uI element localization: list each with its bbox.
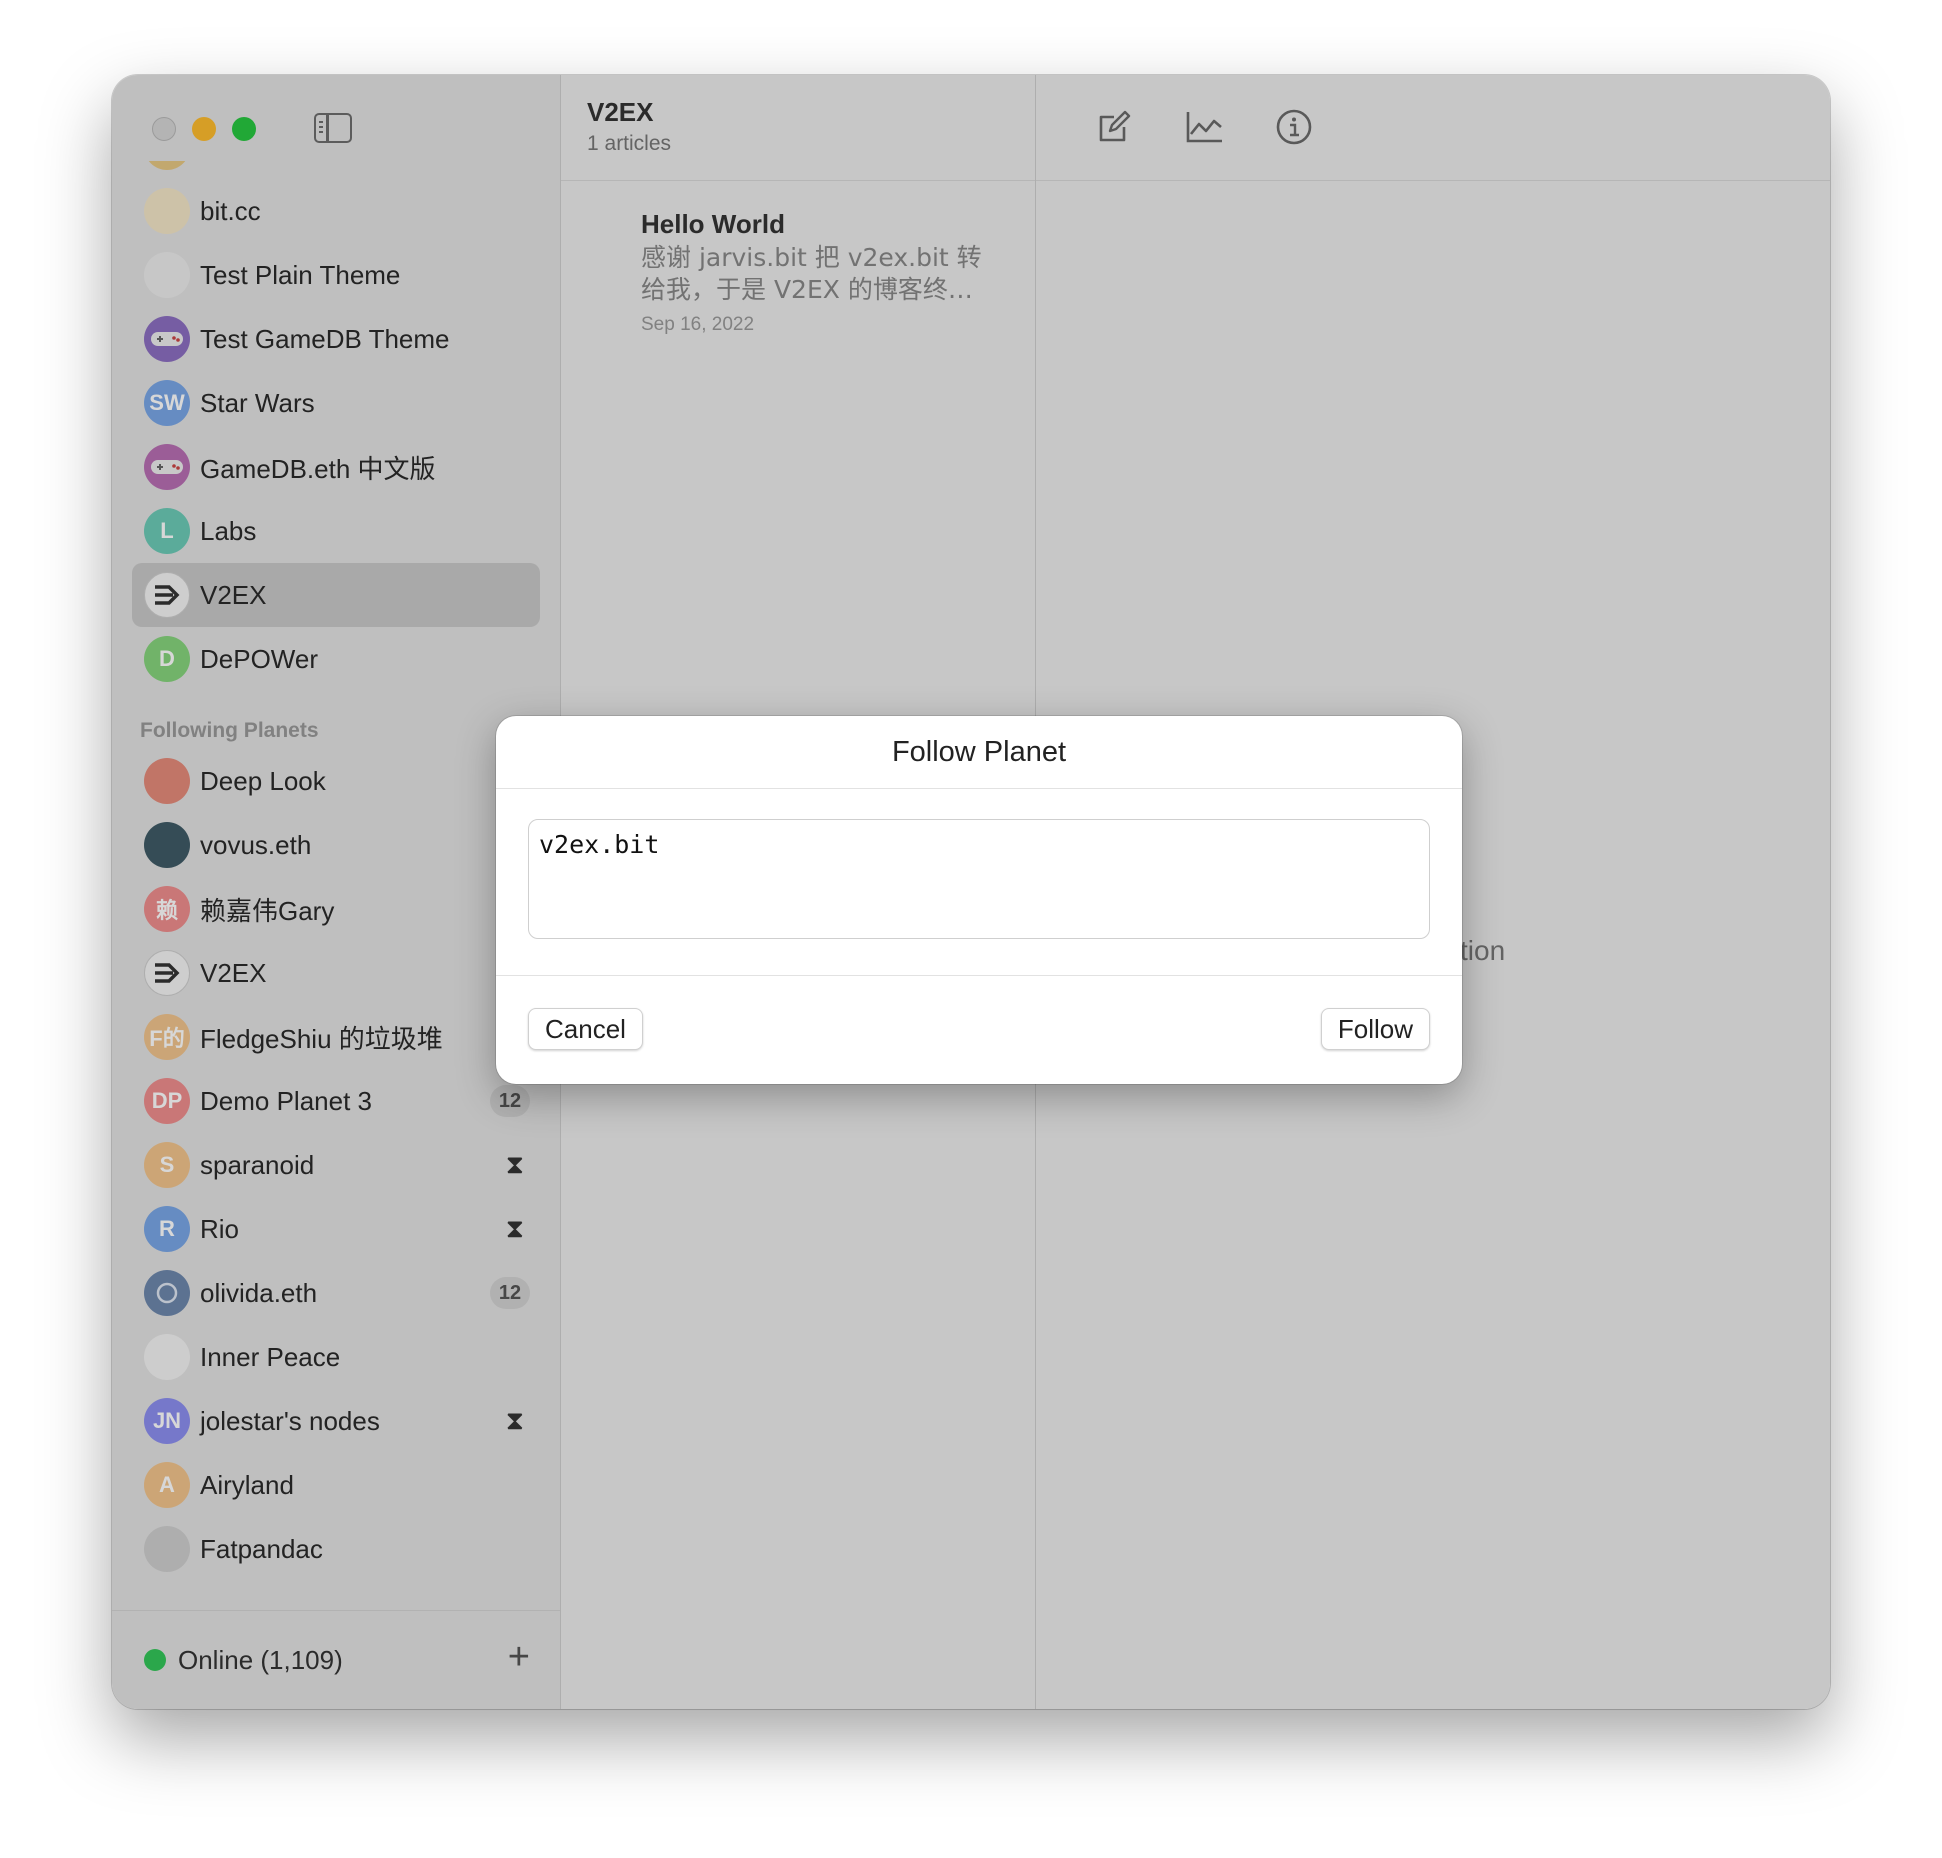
follow-button[interactable]: Follow (1320, 1008, 1430, 1050)
dialog-body: v2ex.bit (496, 789, 1462, 976)
planet-address-input[interactable]: v2ex.bit (528, 819, 1430, 939)
dialog-title: Follow Planet (496, 716, 1462, 789)
follow-planet-dialog: Follow Planet v2ex.bit Cancel Follow (496, 716, 1462, 1084)
dialog-footer: Cancel Follow (496, 976, 1462, 1083)
cancel-button[interactable]: Cancel (528, 1008, 643, 1050)
